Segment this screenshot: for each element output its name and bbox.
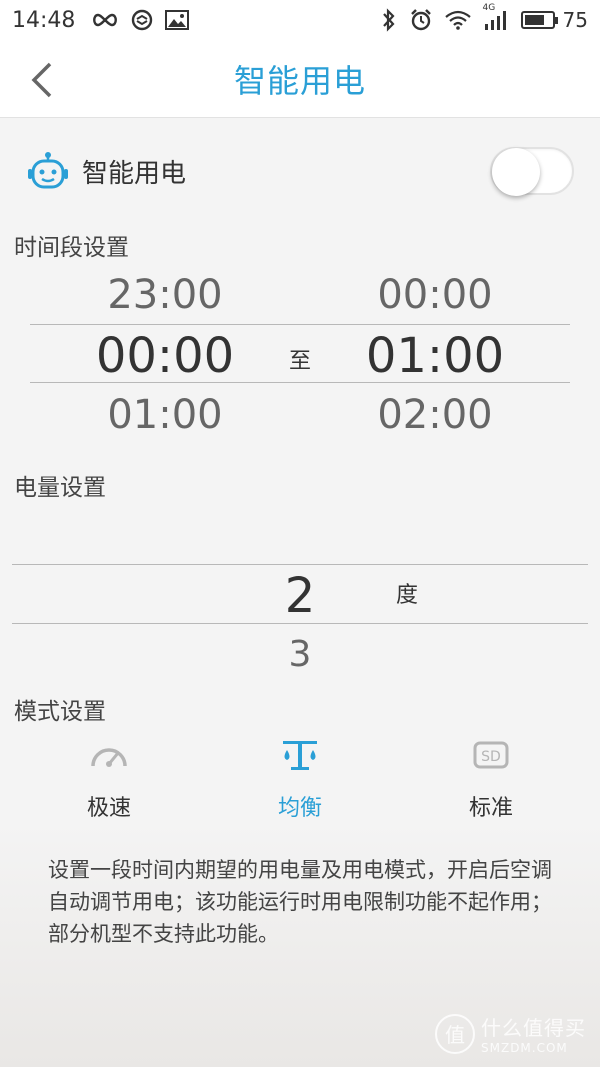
start-time-prev[interactable]: 23:00 bbox=[60, 272, 270, 318]
battery-level: 75 bbox=[562, 8, 588, 32]
image-icon bbox=[165, 10, 190, 30]
description-text: 设置一段时间内期望的用电量及用电模式，开启后空调自动调节用电；该功能运行时用电限… bbox=[48, 858, 552, 946]
mode-standard-button[interactable]: SD 标准 bbox=[421, 738, 561, 826]
mode-label: 极速 bbox=[86, 796, 131, 821]
svg-text:SD: SD bbox=[481, 749, 501, 765]
sync-icon bbox=[131, 9, 153, 31]
watermark-en: SMZDM.COM bbox=[481, 1041, 568, 1055]
status-bar: 14:48 4G 75 bbox=[0, 0, 600, 40]
signal-icon: 4G bbox=[483, 3, 509, 31]
power-picker-top-line bbox=[12, 564, 588, 565]
start-time-selected[interactable]: 00:00 bbox=[60, 328, 270, 384]
battery-icon bbox=[520, 11, 558, 29]
power-section-label: 电量设置 bbox=[14, 475, 106, 501]
end-time-selected[interactable]: 01:00 bbox=[330, 328, 540, 384]
mode-label: 标准 bbox=[468, 796, 513, 821]
bluetooth-icon bbox=[381, 8, 397, 32]
time-picker-top-line bbox=[30, 324, 570, 325]
robot-icon bbox=[28, 152, 68, 189]
toggle-knob bbox=[492, 148, 540, 196]
back-button[interactable] bbox=[26, 60, 62, 100]
alarm-icon bbox=[409, 8, 433, 32]
app-header: 智能用电 bbox=[0, 40, 600, 118]
balance-scale-icon bbox=[283, 741, 317, 770]
time-section-label: 时间段设置 bbox=[14, 235, 129, 261]
power-next[interactable]: 3 bbox=[250, 634, 350, 675]
time-separator: 至 bbox=[289, 349, 312, 374]
sd-icon: SD bbox=[473, 741, 509, 769]
end-time-prev[interactable]: 00:00 bbox=[330, 272, 540, 318]
speedometer-icon bbox=[91, 748, 127, 767]
mode-fast-button[interactable]: 极速 bbox=[39, 738, 179, 826]
watermark-cn: 什么值得买 bbox=[481, 1016, 586, 1040]
description-panel: 设置一段时间内期望的用电量及用电模式，开启后空调自动调节用电；该功能运行时用电限… bbox=[0, 820, 600, 1067]
network-type: 4G bbox=[482, 3, 496, 13]
start-time-next[interactable]: 01:00 bbox=[60, 392, 270, 438]
chevron-left-icon bbox=[31, 62, 52, 98]
power-selected[interactable]: 2 bbox=[250, 568, 350, 624]
smart-power-label: 智能用电 bbox=[82, 158, 187, 189]
status-time: 14:48 bbox=[12, 7, 76, 33]
smart-power-toggle[interactable] bbox=[490, 147, 574, 196]
mode-balanced-button[interactable]: 均衡 bbox=[230, 738, 370, 826]
infinity-icon bbox=[91, 12, 119, 28]
end-time-next[interactable]: 02:00 bbox=[330, 392, 540, 438]
watermark-logo: 值 bbox=[435, 1013, 475, 1054]
page-title: 智能用电 bbox=[233, 61, 366, 100]
wifi-icon bbox=[444, 10, 471, 30]
smart-power-row: 智能用电 bbox=[0, 125, 600, 217]
mode-section-label: 模式设置 bbox=[14, 699, 106, 725]
mode-label: 均衡 bbox=[277, 796, 322, 821]
watermark: 值 什么值得买 SMZDM.COM bbox=[435, 1012, 586, 1055]
power-unit: 度 bbox=[396, 583, 419, 608]
